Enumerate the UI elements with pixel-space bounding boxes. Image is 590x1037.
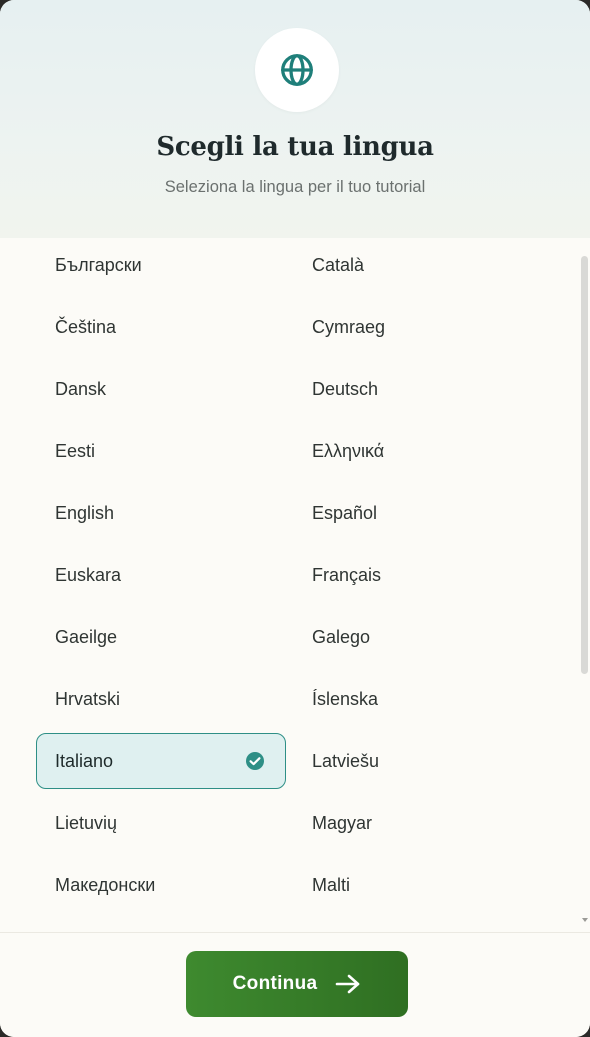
language-option[interactable]: Galego <box>293 609 543 665</box>
language-option-label: Euskara <box>55 564 122 585</box>
language-option[interactable]: Čeština <box>36 299 286 355</box>
language-option-label: Gaeilge <box>55 626 118 647</box>
dialog-subtitle: Seleziona la lingua per il tuo tutorial <box>164 178 426 196</box>
continue-button[interactable]: Continua <box>186 951 408 1017</box>
language-option-label: Català <box>312 254 365 275</box>
language-option[interactable]: Cymraeg <box>293 299 543 355</box>
language-option[interactable]: Deutsch <box>293 361 543 417</box>
language-option[interactable]: Malti <box>293 857 543 913</box>
language-option-label: Dansk <box>55 378 107 399</box>
dialog-header: Scegli la tua lingua Seleziona la lingua… <box>0 0 590 238</box>
language-option-label: Deutsch <box>312 378 379 399</box>
language-option-label: Galego <box>312 626 371 647</box>
language-option[interactable]: Lietuvių <box>36 795 286 851</box>
language-option-label: Cymraeg <box>312 316 386 337</box>
language-option[interactable]: Hrvatski <box>36 671 286 727</box>
language-option[interactable]: Dansk <box>36 361 286 417</box>
language-option[interactable]: Ελληνικά <box>293 423 543 479</box>
language-option[interactable]: Íslenska <box>293 671 543 727</box>
language-option[interactable]: Eesti <box>36 423 286 479</box>
check-circle-icon <box>246 752 264 770</box>
language-option-label: Latviešu <box>312 750 380 771</box>
language-option-label: Malti <box>312 874 351 895</box>
language-option-label: Čeština <box>55 316 117 337</box>
language-option[interactable]: Euskara <box>36 547 286 603</box>
language-option-label: Ελληνικά <box>312 440 385 461</box>
language-option[interactable]: Français <box>293 547 543 603</box>
scrollbar-thumb[interactable] <box>581 256 588 674</box>
language-option[interactable]: Català <box>293 238 543 293</box>
language-option-label: English <box>55 502 115 523</box>
dialog-footer: Continua <box>0 932 590 1037</box>
language-option[interactable]: Gaeilge <box>36 609 286 665</box>
language-option-label: Македонски <box>55 874 156 895</box>
language-option[interactable]: Български <box>36 238 286 293</box>
language-option-label: Italiano <box>55 750 114 771</box>
language-option[interactable]: Magyar <box>293 795 543 851</box>
language-option-label: Magyar <box>312 812 373 833</box>
language-option[interactable]: Español <box>293 485 543 541</box>
language-option-label: Français <box>312 564 382 585</box>
language-option-label: Български <box>55 254 142 275</box>
dialog-title: Scegli la tua lingua <box>156 132 434 162</box>
language-dialog: Scegli la tua lingua Seleziona la lingua… <box>0 0 590 1037</box>
language-list: Български Català Čeština Cymraeg Dansk Deutsc… <box>0 238 590 932</box>
language-option-label: Eesti <box>55 440 96 461</box>
language-option[interactable]: Македонски <box>36 857 286 913</box>
continue-label: Continua <box>232 973 318 994</box>
language-option[interactable]: Latviešu <box>293 733 543 789</box>
language-option[interactable]: Italiano <box>36 733 286 789</box>
language-option-label: Lietuvių <box>55 812 118 833</box>
globe-icon <box>281 54 313 86</box>
arrow-right-icon <box>336 974 360 994</box>
language-option-label: Español <box>312 502 378 523</box>
language-option-label: Hrvatski <box>55 688 121 709</box>
language-option[interactable]: English <box>36 485 286 541</box>
language-option-label: Íslenska <box>312 688 379 709</box>
globe-icon-badge <box>255 28 339 112</box>
scroll-down-icon[interactable] <box>582 918 588 922</box>
